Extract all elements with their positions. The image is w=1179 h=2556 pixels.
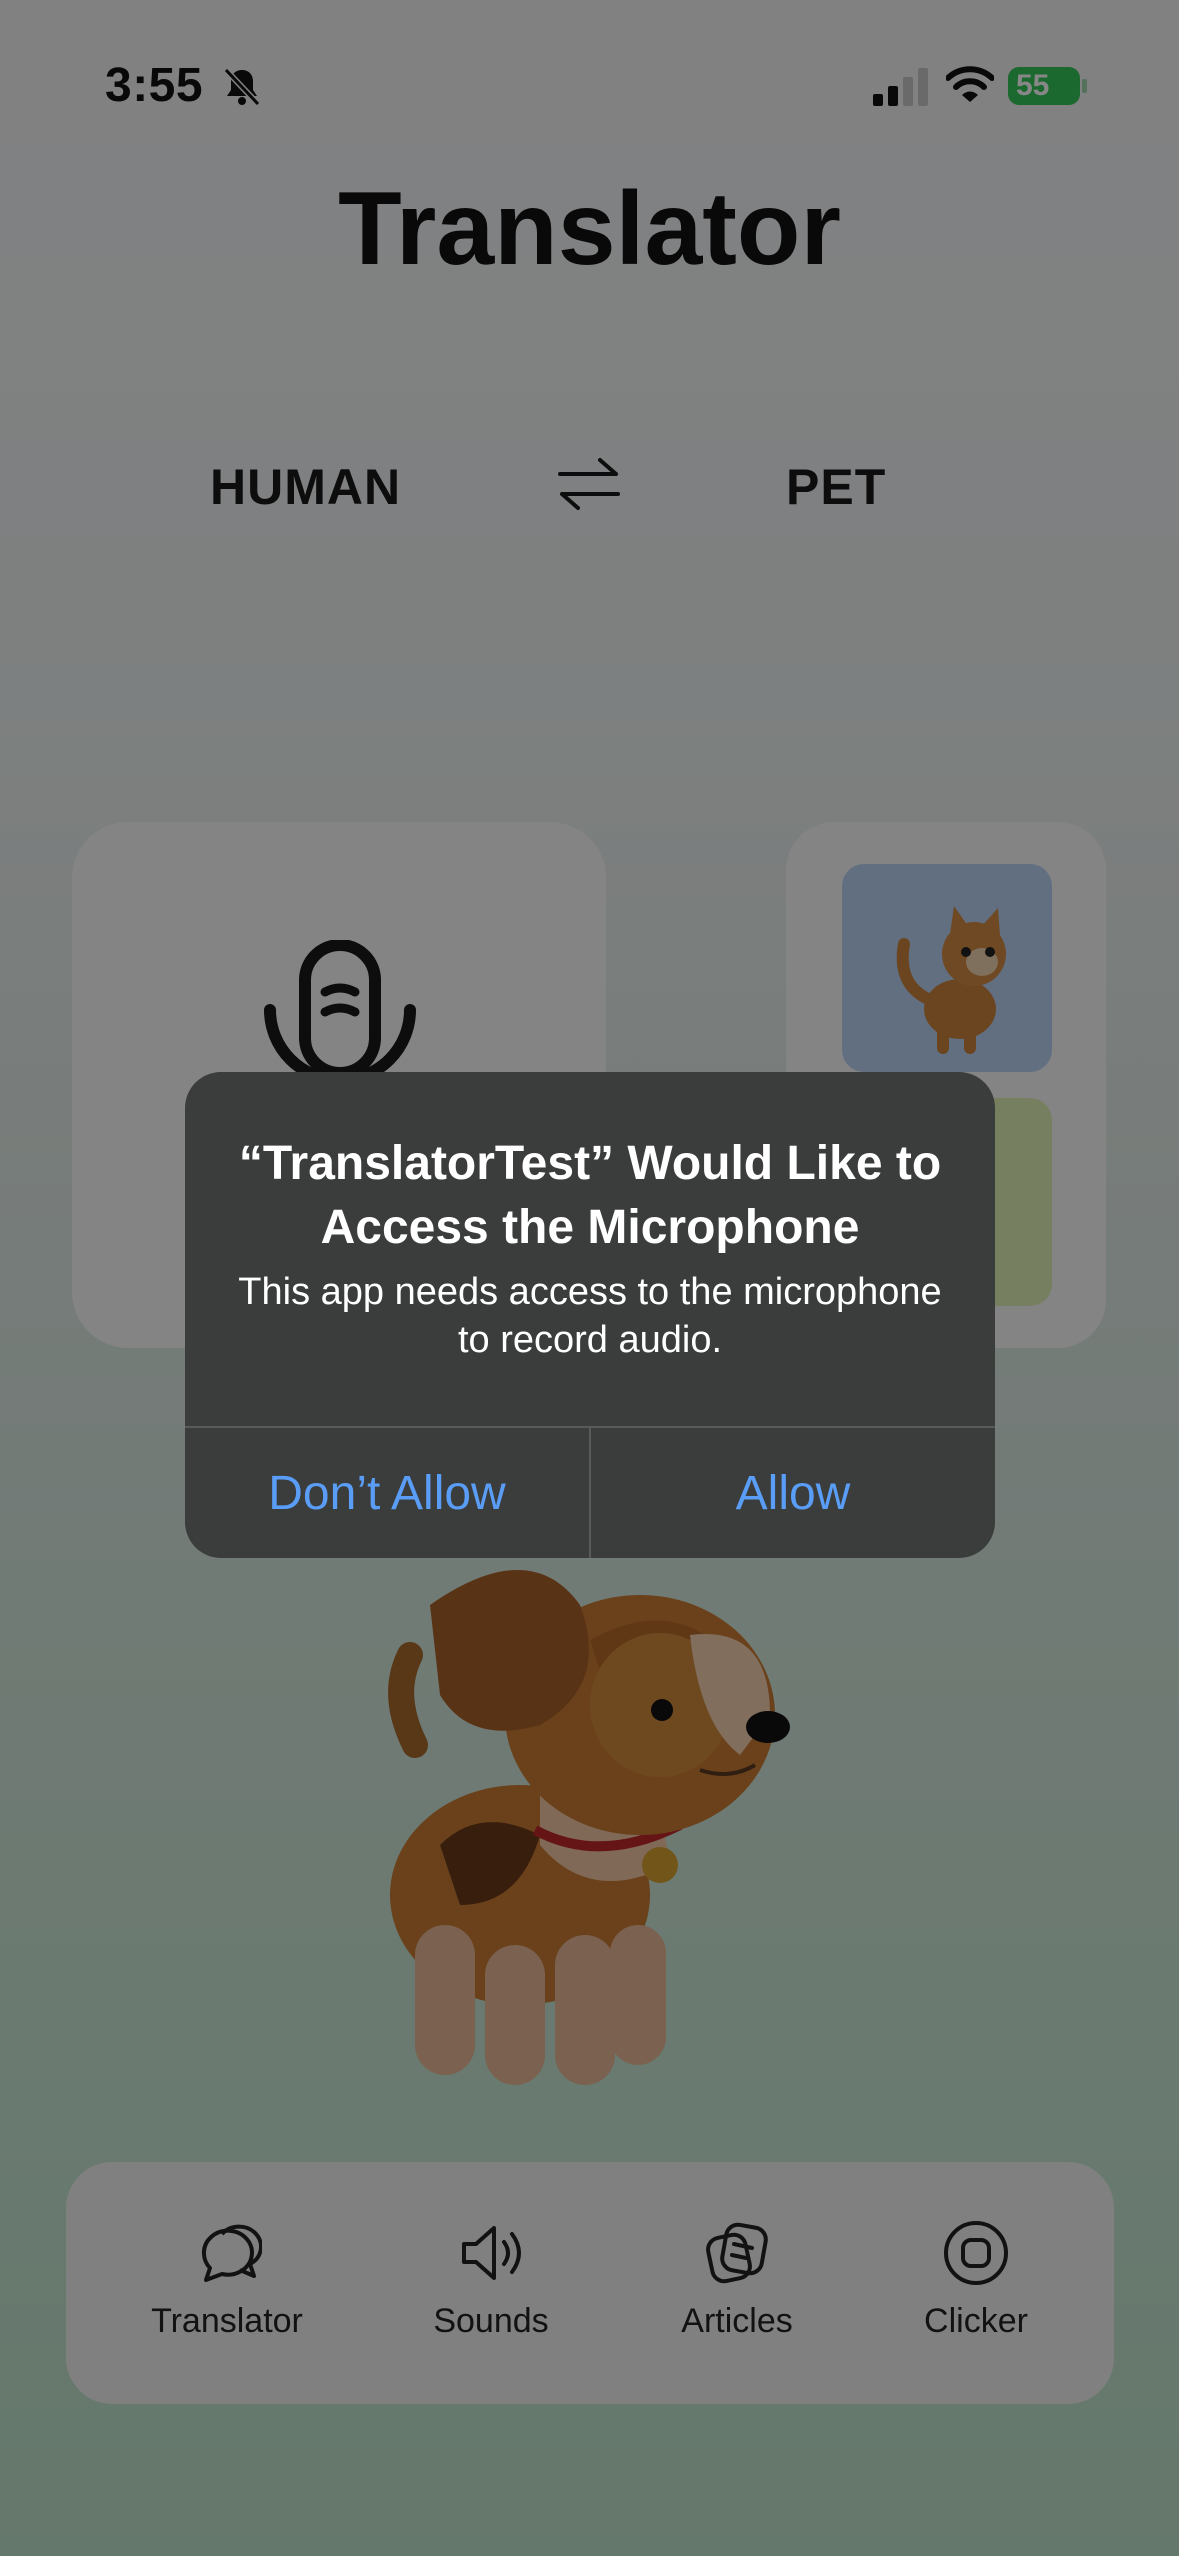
dont-allow-button[interactable]: Don’t Allow <box>185 1428 589 1558</box>
allow-button[interactable]: Allow <box>591 1428 995 1558</box>
alert-title: “TranslatorTest” Would Like to Access th… <box>238 1137 942 1254</box>
alert-message: This app needs access to the microphone … <box>238 1271 942 1361</box>
microphone-permission-alert: “TranslatorTest” Would Like to Access th… <box>185 1072 995 1558</box>
